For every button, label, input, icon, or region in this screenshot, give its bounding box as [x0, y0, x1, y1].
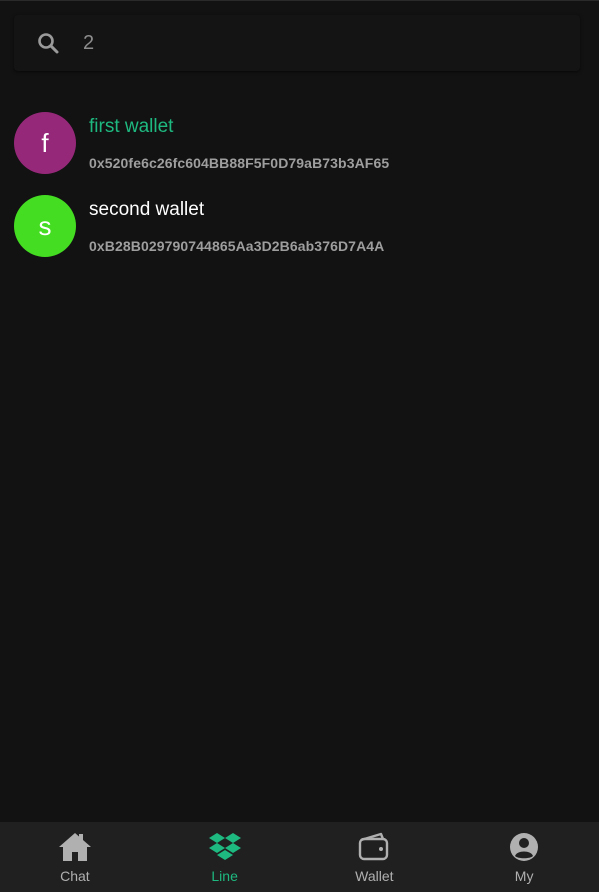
wallet-list-item[interactable]: f first wallet 0x520fe6c26fc604BB88F5F0D… — [0, 100, 599, 183]
app-screen: f first wallet 0x520fe6c26fc604BB88F5F0D… — [0, 0, 599, 892]
avatar-initial: s — [38, 210, 52, 241]
nav-label: Wallet — [355, 868, 394, 884]
nav-item-wallet[interactable]: Wallet — [300, 822, 450, 892]
bottom-navigation: Chat Line Wallet My — [0, 822, 599, 892]
wallet-address: 0x520fe6c26fc604BB88F5F0D79aB73b3AF65 — [89, 155, 390, 171]
wallet-icon — [357, 832, 391, 862]
nav-label: My — [514, 868, 534, 884]
search-input[interactable] — [83, 31, 543, 55]
avatar: f — [14, 112, 76, 174]
wallet-address: 0xB28B029790744865Aa3D2B6ab376D7A4A — [89, 238, 385, 254]
wallet-name: second wallet — [89, 199, 205, 220]
dropbox-icon — [208, 832, 242, 862]
nav-item-my[interactable]: My — [449, 822, 599, 892]
wallet-list-item[interactable]: s second wallet 0xB28B029790744865Aa3D2B… — [0, 183, 599, 266]
search-icon[interactable] — [36, 31, 60, 55]
nav-label: Line — [211, 868, 238, 884]
home-icon — [58, 832, 92, 862]
wallet-name: first wallet — [89, 116, 174, 137]
wallet-list: f first wallet 0x520fe6c26fc604BB88F5F0D… — [0, 100, 599, 266]
nav-label: Chat — [60, 868, 90, 884]
nav-item-line[interactable]: Line — [150, 822, 300, 892]
avatar-initial: f — [41, 127, 49, 158]
search-bar — [14, 15, 580, 71]
account-circle-icon — [507, 832, 541, 862]
nav-item-chat[interactable]: Chat — [0, 822, 150, 892]
avatar: s — [14, 195, 76, 257]
